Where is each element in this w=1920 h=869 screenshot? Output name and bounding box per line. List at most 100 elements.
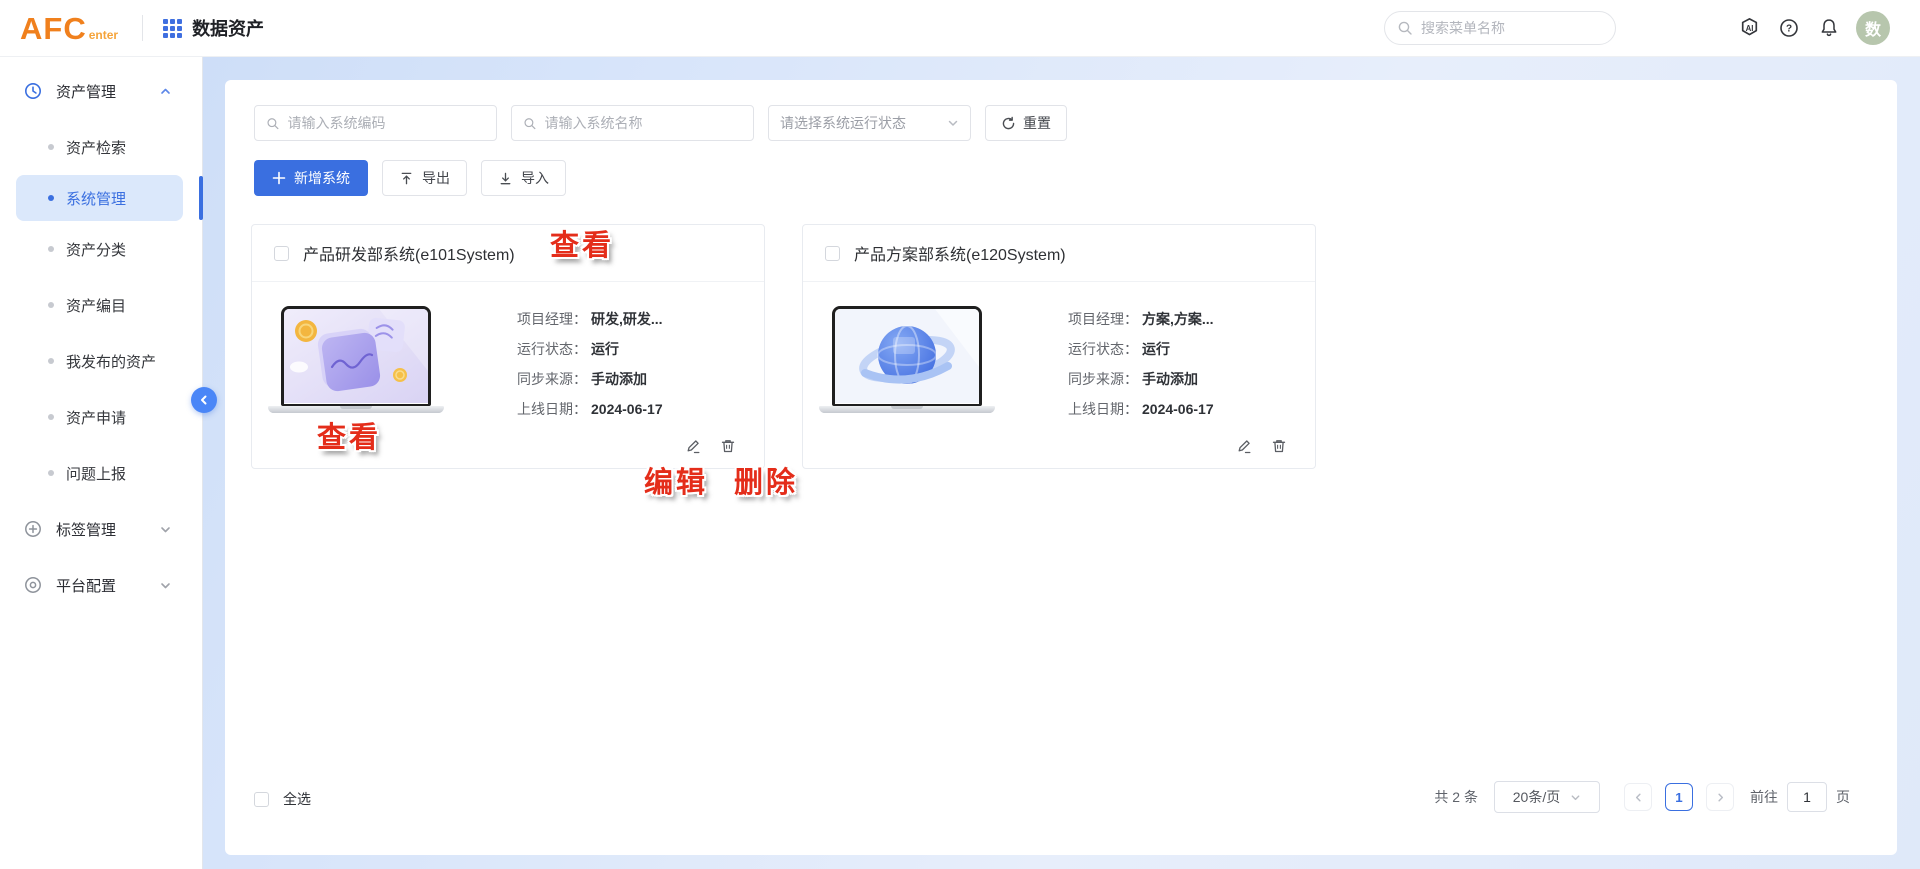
goto-page-input[interactable] [1787,782,1827,812]
system-status-select[interactable]: 请选择系统运行状态 [768,105,971,141]
card-title: 产品研发部系统(e101System) [303,247,515,264]
sidebar-item-asset-catalog[interactable]: 资产编目 [0,277,202,333]
card-body: 项目经理： 方案,方案... 运行状态： 运行 同步来源： 手动添加 上线日期： 202… [803,282,1315,468]
chevron-up-icon [159,85,172,98]
chevron-left-icon [1635,793,1641,801]
system-code-field[interactable] [254,105,497,141]
sidebar-item-system-management[interactable]: 系统管理 [16,175,203,221]
bullet-dot-icon [48,414,54,420]
card-header: 产品方案部系统(e120System) [803,225,1315,282]
sidebar-group-label: 平台配置 [56,577,117,595]
chevron-left-icon [201,395,207,405]
sidebar-item-asset-search[interactable]: 资产检索 [0,119,202,175]
sidebar-group-asset-management[interactable]: 资产管理 [0,63,202,119]
svg-text:AI: AI [1745,24,1753,33]
chevron-down-icon [948,120,958,126]
clock-icon [24,82,42,100]
bullet-dot-icon [48,246,54,252]
search-icon [267,117,279,129]
bullet-dot-icon [48,195,54,201]
import-button[interactable]: 导入 [481,160,566,196]
sidebar-group-label: 资产管理 [56,83,117,101]
app-logo[interactable]: AFC enter [20,13,118,44]
chevron-down-icon [1571,794,1580,800]
card-checkbox[interactable] [274,245,289,261]
filter-row: 请选择系统运行状态 重置 [254,105,1067,141]
export-button[interactable]: 导出 [382,160,467,196]
chevron-down-icon [159,523,172,536]
card-actions [1236,438,1287,454]
page-size-select[interactable]: 20条/页 [1494,781,1600,813]
bell-icon[interactable] [1816,15,1842,41]
edit-icon[interactable] [685,438,701,454]
delete-icon[interactable] [1271,438,1287,454]
help-icon[interactable]: ? [1776,15,1802,41]
pagination-prev-button[interactable] [1624,783,1652,811]
card-actions [685,438,736,454]
sidebar-item-my-published-assets[interactable]: 我发布的资产 [0,333,202,389]
system-card-2: 产品方案部系统(e120System) 项目经理： 方案,方案... 运行状态：… [802,224,1316,469]
select-all-checkbox[interactable] [254,791,269,807]
add-system-button[interactable]: 新增系统 [254,160,368,196]
page: AFC enter 数据资产 AI [0,0,1920,869]
card-fields: 项目经理： 方案,方案... 运行状态： 运行 同步来源： 手动添加 上线日期： 202… [1068,311,1214,417]
card-list: 产品研发部系统(e101System) 项目经理： 研发,研发... 运行状态：… [251,224,1316,469]
bullet-dot-icon [48,358,54,364]
card-body: 项目经理： 研发,研发... 运行状态： 运行 同步来源： 手动添加 上线日期： 202… [252,282,764,468]
svg-text:?: ? [1786,23,1792,34]
bullet-dot-icon [48,144,54,150]
avatar[interactable]: 数 [1856,11,1890,45]
pagination-page-1[interactable]: 1 [1665,783,1693,811]
card-fields: 项目经理： 研发,研发... 运行状态： 运行 同步来源： 手动添加 上线日期： 202… [517,311,663,417]
ai-icon[interactable]: AI [1736,15,1762,41]
system-code-input[interactable] [287,115,485,131]
system-thumbnail-laptop [819,306,995,413]
bullet-dot-icon [48,470,54,476]
sidebar-group-tag-management[interactable]: 标签管理 [0,501,202,557]
reset-button[interactable]: 重置 [985,105,1067,141]
total-count: 共 2 条 [1434,789,1478,805]
top-header: AFC enter 数据资产 AI [0,0,1920,57]
apps-grid-icon[interactable] [163,18,183,38]
card-checkbox[interactable] [825,245,840,261]
sidebar-group-label: 标签管理 [56,521,117,539]
edit-icon[interactable] [1236,438,1252,454]
pagination-next-button[interactable] [1706,783,1734,811]
goto-label: 前往 [1750,789,1778,805]
sidebar-group-platform-config[interactable]: 平台配置 [0,557,202,613]
menu-search-input[interactable] [1421,20,1603,36]
bullet-dot-icon [48,302,54,308]
chevron-down-icon [159,579,172,592]
import-icon [500,172,511,184]
system-name-field[interactable] [511,105,754,141]
card-title: 产品方案部系统(e120System) [854,247,1066,264]
delete-icon[interactable] [720,438,736,454]
plus-icon [272,171,286,185]
content-panel: 请选择系统运行状态 重置 新增系统 [225,80,1897,855]
pagination: 共 2 条 20条/页 1 前往 页 [1434,781,1850,813]
sidebar-item-issue-report[interactable]: 问题上报 [0,445,202,501]
plus-circle-icon [24,520,42,538]
sidebar-item-asset-classification[interactable]: 资产分类 [0,221,202,277]
search-icon [1398,21,1412,35]
page-unit-label: 页 [1836,789,1850,805]
sidebar-item-asset-application[interactable]: 资产申请 [0,389,202,445]
export-icon [401,172,412,184]
system-name-input[interactable] [544,115,742,131]
settings-target-icon [24,576,42,594]
sidebar-collapse-button[interactable] [191,387,217,413]
search-icon [524,117,536,129]
chevron-right-icon [1717,793,1723,801]
logo-text-main: AFC [20,10,87,46]
active-indicator-bar [199,176,203,220]
card-header: 产品研发部系统(e101System) [252,225,764,282]
refresh-icon [1002,116,1015,129]
system-card-1: 产品研发部系统(e101System) 项目经理： 研发,研发... 运行状态：… [251,224,765,469]
app-title: 数据资产 [192,19,265,39]
logo-text-sub: enter [88,27,119,42]
header-divider [142,15,144,41]
sidebar: 资产管理 资产检索 系统管理 资产分类 资产编目 我发布的资产 资产申请 问题上… [0,57,203,869]
menu-search[interactable] [1384,11,1616,45]
toolbar: 新增系统 导出 导入 [254,160,566,196]
system-thumbnail-laptop [268,306,444,413]
